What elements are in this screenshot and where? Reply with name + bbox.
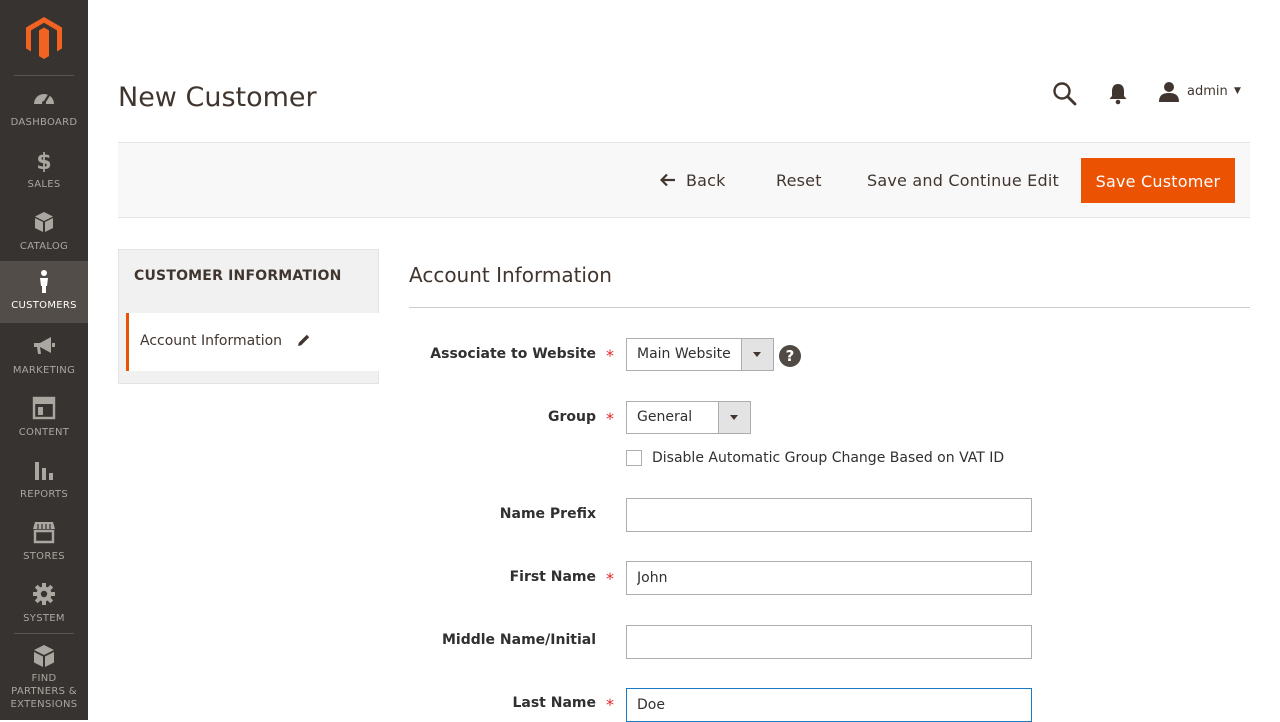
svg-text:$: $ [36, 150, 51, 172]
sidebar-item-dashboard[interactable]: DASHBOARD [0, 86, 88, 148]
required-asterisk: * [606, 409, 614, 428]
required-asterisk: * [606, 695, 614, 714]
tab-label: Account Information [140, 333, 283, 349]
magento-logo-icon [26, 17, 62, 59]
required-asterisk: * [606, 346, 614, 365]
gear-icon [33, 583, 55, 605]
last-name-label: Last Name [512, 695, 596, 711]
group-select[interactable]: General [626, 401, 751, 434]
save-customer-button[interactable]: Save Customer [1081, 158, 1235, 203]
sidebar-item-label-line: PARTNERS & [11, 686, 77, 697]
sidebar-item-label: CONTENT [18, 427, 70, 438]
customer-information-tabs: CUSTOMER INFORMATION Account Information [118, 249, 379, 384]
person-icon [40, 270, 48, 293]
section-title: Account Information [409, 263, 612, 287]
sidebar-item-sales[interactable]: $ SALES [0, 148, 88, 210]
chevron-down-icon [741, 339, 773, 370]
page-actions-bar: Back Reset Save and Continue Edit Save C… [118, 142, 1250, 218]
sidebar-item-find-partners-extensions[interactable]: FIND PARTNERS & EXTENSIONS [0, 644, 88, 720]
back-button[interactable]: Back [660, 158, 726, 203]
sidebar-divider [14, 75, 74, 76]
last-name-input[interactable] [626, 688, 1032, 722]
sidebar-item-label: REPORTS [20, 489, 68, 500]
notifications-button[interactable] [1106, 78, 1130, 110]
group-label: Group [547, 409, 596, 425]
sidebar-item-label: SALES [27, 179, 61, 190]
tab-account-information[interactable]: Account Information [126, 313, 379, 371]
sidebar-item-label: STORES [23, 551, 65, 562]
arrow-left-icon [660, 173, 675, 187]
middle-name-label: Middle Name/Initial [441, 632, 596, 648]
megaphone-icon [34, 337, 55, 354]
middle-name-input[interactable] [626, 625, 1032, 659]
sidebar-item-marketing[interactable]: MARKETING [0, 334, 88, 396]
save-and-continue-button[interactable]: Save and Continue Edit [867, 158, 1059, 203]
sidebar-item-reports[interactable]: REPORTS [0, 458, 88, 520]
reset-button[interactable]: Reset [776, 158, 822, 203]
back-button-label: Back [686, 171, 726, 190]
sidebar-item-customers[interactable]: CUSTOMERS [0, 261, 88, 323]
dashboard-icon [34, 94, 54, 105]
first-name-input[interactable] [626, 561, 1032, 595]
sidebar-item-label: SYSTEM [23, 613, 65, 624]
sidebar-item-label: CATALOG [19, 241, 69, 252]
sidebar-item-label: FIND PARTNERS & EXTENSIONS [0, 672, 88, 711]
admin-sidebar: DASHBOARD $ SALES CATALOG CUSTOMERS MARK… [0, 0, 88, 720]
website-label: Associate to Website [430, 346, 596, 362]
magento-logo[interactable] [0, 0, 88, 75]
sidebar-item-stores[interactable]: STORES [0, 520, 88, 582]
website-select-value: Main Website [637, 346, 731, 362]
dollar-icon: $ [36, 150, 51, 172]
group-select-value: General [637, 409, 693, 425]
bell-icon [1109, 84, 1127, 105]
sidebar-item-label: DASHBOARD [10, 117, 78, 128]
global-search-button[interactable] [1050, 78, 1080, 110]
bar-chart-icon [35, 462, 53, 480]
search-icon [1053, 82, 1077, 106]
help-icon[interactable]: ? [779, 345, 801, 367]
name-prefix-label: Name Prefix [499, 506, 596, 522]
sidebar-item-system[interactable]: SYSTEM [0, 582, 88, 644]
box-icon [35, 212, 53, 232]
sidebar-divider [14, 633, 74, 634]
website-select[interactable]: Main Website [626, 338, 774, 371]
chevron-down-icon: ▼ [1234, 86, 1241, 96]
admin-username: admin [1187, 84, 1228, 99]
sidebar-item-label: CUSTOMERS [11, 300, 77, 311]
tabs-title: CUSTOMER INFORMATION [134, 268, 342, 284]
sidebar-item-content[interactable]: CONTENT [0, 396, 88, 458]
first-name-label: First Name [509, 569, 596, 585]
sidebar-item-label-line: FIND [31, 673, 57, 684]
user-icon [1159, 82, 1179, 102]
extensions-box-icon [34, 645, 54, 667]
layout-icon [32, 396, 56, 420]
required-asterisk: * [606, 569, 614, 588]
section-divider [409, 307, 1250, 308]
sidebar-item-label: MARKETING [12, 365, 76, 376]
disable-auto-group-checkbox[interactable] [626, 450, 642, 466]
storefront-icon [33, 522, 55, 544]
name-prefix-input[interactable] [626, 498, 1032, 532]
pencil-icon [298, 334, 310, 346]
page-title: New Customer [118, 82, 317, 113]
admin-user-menu[interactable]: admin ▼ [1158, 78, 1242, 110]
disable-auto-group-label[interactable]: Disable Automatic Group Change Based on … [652, 450, 1004, 466]
chevron-down-icon [718, 402, 750, 433]
sidebar-item-label-line: EXTENSIONS [10, 699, 78, 710]
